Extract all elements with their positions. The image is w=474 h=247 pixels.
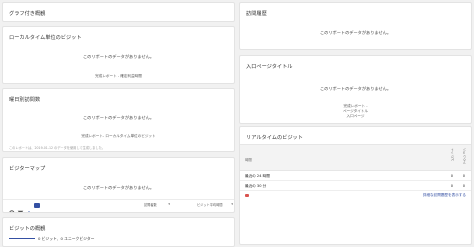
widget-visit-log: 訪問履歴 このリポートのデータがありません。 (239, 2, 472, 50)
table-row: 最近の 30 分 0 0 (240, 181, 471, 191)
alert-icon (245, 194, 249, 197)
column-header-time: 時間 (245, 157, 252, 162)
widget-local-time-visits: ローカルタイム単位のビジット このリポートのデータがありません。 完成レポート … (2, 26, 235, 84)
row-label: 最近の 24 時間 (245, 174, 270, 179)
zoom-icon[interactable] (9, 202, 16, 209)
widget-entry-page-titles: 入口ページタイトル このリポートのデータがありません。 完成レポート - ページ… (239, 55, 472, 124)
empty-message: このリポートのデータがありません。 (3, 54, 234, 60)
row-visits: 0 (451, 174, 453, 178)
report-footnote: このレポートは、2019-01-12 のデータを使用して生成しました。 (9, 145, 105, 150)
widget-title: グラフ付き概観 (9, 10, 45, 17)
row-actions: 0 (463, 174, 465, 178)
widget-graph-overview: グラフ付き概観 (2, 2, 235, 22)
widget-title: ビジットの概観 (9, 225, 45, 232)
row-label: 最近の 30 分 (245, 184, 266, 189)
widget-title: 入口ページタイトル (246, 63, 292, 70)
metric-select[interactable]: 訪問者数 ▾ (144, 202, 170, 208)
table-header: 時間 ビジット アクション (240, 144, 471, 171)
full-report-link[interactable]: 完成レポート- ローカルタイム単位のビジット (3, 134, 234, 139)
widget-title: ローカルタイム単位のビジット (9, 34, 82, 41)
table-row: 最近の 24 時間 0 0 (240, 171, 471, 181)
row-actions: 0 (463, 184, 465, 188)
widget-title: リアルタイムのビジット (246, 134, 303, 141)
widget-title: 訪問履歴 (246, 10, 267, 17)
widget-title: ビジターマップ (9, 165, 45, 172)
widget-visits-overview: ビジットの概観 0 ビジット、0 ユニークビジター (2, 217, 235, 247)
full-report-link[interactable]: 入口ページ (240, 114, 471, 119)
metric-select-2[interactable]: ビジット平均時間 ▾ (197, 202, 233, 208)
full-report-link[interactable]: 完成レポート - 確定利益時間 (3, 74, 234, 79)
empty-message: このリポートのデータがありません。 (240, 30, 471, 36)
widget-title: 曜日別訪問数 (9, 96, 40, 103)
empty-message: このリポートのデータがありません。 (3, 185, 234, 191)
visit-log-link[interactable]: 詳細な訪問履歴を表示する (423, 193, 466, 198)
chevron-down-icon: ▾ (168, 202, 170, 206)
column-header-visits: ビジット (450, 148, 455, 161)
widget-realtime-visits: リアルタイムのビジット 時間 ビジット アクション 最近の 24 時間 0 0 … (239, 126, 472, 245)
column-header-actions: アクション (462, 148, 467, 164)
widget-visits-by-weekday: 曜日別訪問数 このリポートのデータがありません。 完成レポート- ローカルタイム… (2, 88, 235, 152)
empty-message: このリポートのデータがありません。 (240, 86, 471, 92)
row-visits: 0 (451, 184, 453, 188)
metric-select-value: 訪問者数 (144, 203, 157, 207)
chevron-down-icon: ▾ (231, 202, 233, 206)
filter-icon[interactable] (17, 202, 24, 209)
visits-metric: 0 ビジット、0 ユニークビジター (38, 236, 94, 242)
metric-select-value: ビジット平均時間 (197, 203, 223, 207)
empty-message: このリポートのデータがありません。 (3, 115, 234, 121)
widget-visitor-map: ビジターマップ このリポートのデータがありません。 訪問者数 ▾ ビジット平均時… (2, 157, 235, 213)
more-icon[interactable] (34, 203, 40, 208)
sparkline-icon (9, 238, 35, 239)
bar-chart-icon[interactable] (25, 202, 33, 209)
